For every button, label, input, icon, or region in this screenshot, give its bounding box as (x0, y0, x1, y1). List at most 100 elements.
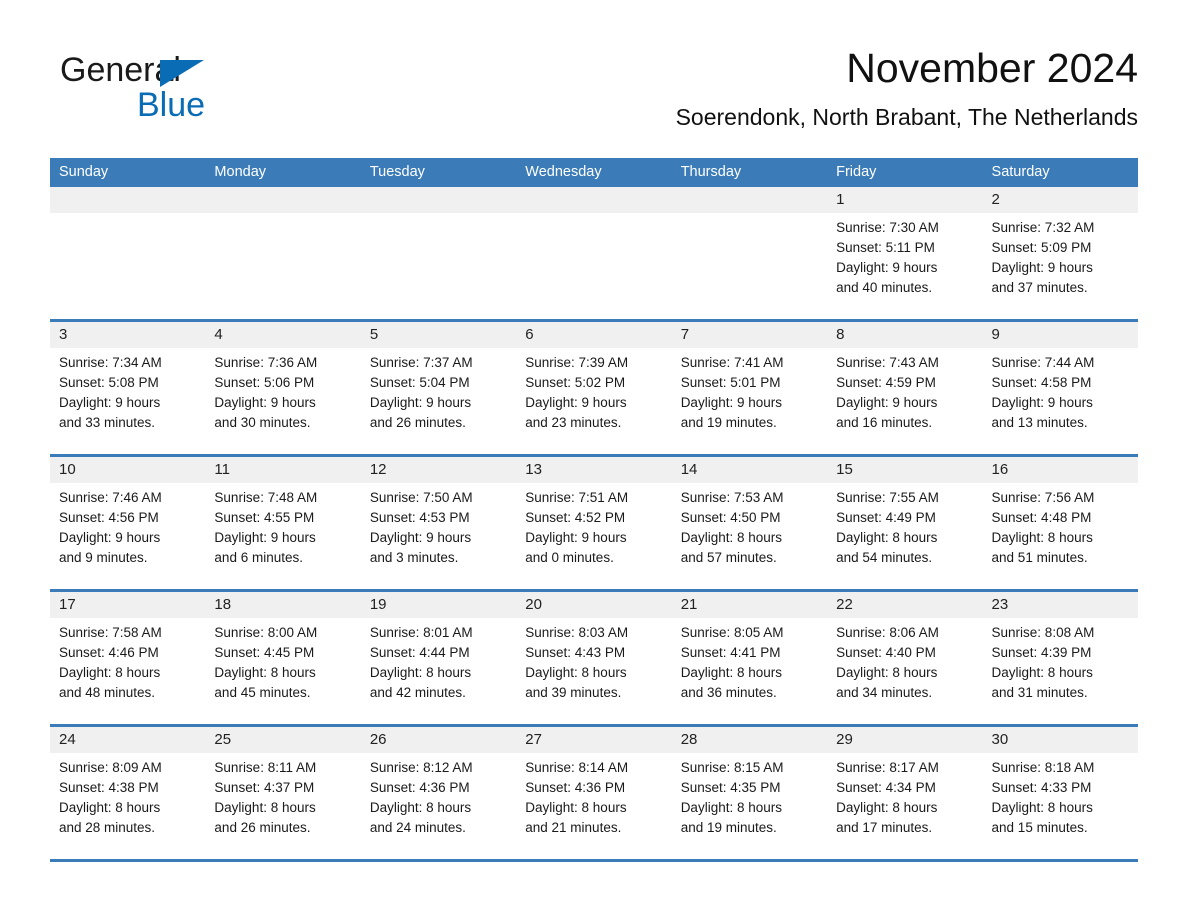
sunrise-text: Sunrise: 7:32 AM (991, 220, 1095, 235)
daylight-text-line2: and 3 minutes. (369, 550, 459, 565)
day-cell[interactable]: 8 Sunrise: 7:43 AM Sunset: 4:59 PM Daylight… (827, 322, 983, 454)
day-cell[interactable]: 29 Sunrise: 8:17 AM Sunset: 4:34 PM Dayligh… (827, 727, 983, 859)
weekday-header-sunday: Sunday (59, 164, 109, 180)
sunrise-text: Sunrise: 7:34 AM (59, 355, 162, 370)
day-details: Sunrise: 7:32 AM Sunset: 5:09 PM Daylight:… (983, 213, 1138, 298)
daylight-text-line1: Daylight: 8 hours (369, 665, 472, 680)
sunrise-text: Sunrise: 7:58 AM (59, 625, 162, 640)
weekday-header-tuesday: Tuesday (369, 164, 425, 180)
daylight-text-line2: and 31 minutes. (991, 685, 1088, 700)
day-cell[interactable]: 18 Sunrise: 8:00 AM Sunset: 4:45 PM Dayligh… (205, 592, 361, 724)
daylight-text-line2: and 28 minutes. (59, 820, 156, 835)
day-details: Sunrise: 8:17 AM Sunset: 4:34 PM Daylight:… (827, 753, 982, 838)
day-cell[interactable]: 16 Sunrise: 7:56 AM Sunset: 4:48 PM Dayligh… (982, 457, 1138, 589)
daylight-text-line1: Daylight: 9 hours (214, 395, 316, 410)
day-cell[interactable]: 11 Sunrise: 7:48 AM Sunset: 4:55 PM Dayligh… (205, 457, 361, 589)
daylight-text-line1: Daylight: 9 hours (369, 530, 472, 545)
day-cell[interactable]: 26 Sunrise: 8:12 AM Sunset: 4:36 PM Dayligh… (360, 727, 517, 859)
daylight-text-line2: and 48 minutes. (59, 685, 156, 700)
day-cell[interactable]: 5 Sunrise: 7:37 AM Sunset: 5:04 PM Daylight… (360, 322, 517, 454)
day-number: 3 (50, 322, 206, 348)
day-number: 17 (50, 592, 206, 618)
sunrise-text: Sunrise: 8:01 AM (369, 625, 473, 640)
calendar-grid: Sunday Monday Tuesday Wednesday Thursday Frid… (50, 158, 1138, 862)
day-cell[interactable]: 30 Sunrise: 8:18 AM Sunset: 4:33 PM Dayligh… (982, 727, 1138, 859)
daylight-text-line1: Daylight: 9 hours (680, 395, 782, 410)
daylight-text-line1: Daylight: 9 hours (59, 395, 161, 410)
day-number: 22 (827, 592, 983, 618)
sunset-text: Sunset: 5:04 PM (369, 375, 470, 390)
sunset-text: Sunset: 4:37 PM (214, 780, 315, 795)
day-details: Sunrise: 7:58 AM Sunset: 4:46 PM Daylight:… (50, 618, 205, 703)
daylight-text-line1: Daylight: 8 hours (836, 800, 938, 815)
sunset-text: Sunset: 4:36 PM (525, 780, 626, 795)
calendar-page: General Blue November 2024 Soerendonk, N… (0, 0, 1188, 918)
sunset-text: Sunset: 4:50 PM (680, 510, 781, 525)
sunset-text: Sunset: 4:36 PM (369, 780, 470, 795)
day-cell[interactable]: 25 Sunrise: 8:11 AM Sunset: 4:37 PM Dayligh… (205, 727, 361, 859)
daylight-text-line1: Daylight: 8 hours (836, 530, 938, 545)
sunset-text: Sunset: 4:40 PM (836, 645, 936, 660)
day-number: 9 (982, 322, 1138, 348)
day-cell-empty (516, 187, 672, 319)
day-cell[interactable]: 6 Sunrise: 7:39 AM Sunset: 5:02 PM Daylight… (516, 322, 672, 454)
day-number: 19 (360, 592, 517, 618)
day-cell[interactable]: 19 Sunrise: 8:01 AM Sunset: 4:44 PM Dayligh… (360, 592, 517, 724)
sunrise-text: Sunrise: 8:09 AM (59, 760, 162, 775)
sunrise-text: Sunrise: 7:46 AM (59, 490, 162, 505)
day-number: 14 (671, 457, 828, 483)
day-cell[interactable]: 20 Sunrise: 8:03 AM Sunset: 4:43 PM Dayligh… (516, 592, 672, 724)
day-cell[interactable]: 4 Sunrise: 7:36 AM Sunset: 5:06 PM Daylight… (205, 322, 361, 454)
week-row: 24 Sunrise: 8:09 AM Sunset: 4:38 PM Dayligh… (50, 727, 1138, 862)
sunrise-text: Sunrise: 8:15 AM (680, 760, 784, 775)
day-cell[interactable]: 12 Sunrise: 7:50 AM Sunset: 4:53 PM Dayligh… (360, 457, 517, 589)
daylight-text-line2: and 0 minutes. (525, 550, 614, 565)
day-cell[interactable]: 9 Sunrise: 7:44 AM Sunset: 4:58 PM Daylight… (982, 322, 1138, 454)
day-cell[interactable]: 2 Sunrise: 7:32 AM Sunset: 5:09 PM Daylight… (982, 187, 1138, 319)
day-cell-empty (205, 187, 361, 319)
day-cell[interactable]: 13 Sunrise: 7:51 AM Sunset: 4:52 PM Dayligh… (516, 457, 672, 589)
day-number: 15 (827, 457, 983, 483)
sunset-text: Sunset: 4:49 PM (836, 510, 936, 525)
daylight-text-line2: and 42 minutes. (369, 685, 466, 700)
day-details: Sunrise: 8:09 AM Sunset: 4:38 PM Daylight:… (50, 753, 205, 838)
day-number (205, 187, 361, 213)
daylight-text-line2: and 40 minutes. (836, 280, 933, 295)
day-cell[interactable]: 17 Sunrise: 7:58 AM Sunset: 4:46 PM Dayligh… (50, 592, 206, 724)
sunrise-text: Sunrise: 8:12 AM (369, 760, 473, 775)
day-cell[interactable]: 21 Sunrise: 8:05 AM Sunset: 4:41 PM Dayligh… (671, 592, 828, 724)
day-cell[interactable]: 14 Sunrise: 7:53 AM Sunset: 4:50 PM Dayligh… (671, 457, 828, 589)
brand-triangle-icon (160, 60, 204, 87)
brand-logo[interactable]: General Blue (60, 50, 320, 130)
day-cell[interactable]: 24 Sunrise: 8:09 AM Sunset: 4:38 PM Dayligh… (50, 727, 206, 859)
sunrise-text: Sunrise: 8:00 AM (214, 625, 318, 640)
day-cell[interactable]: 3 Sunrise: 7:34 AM Sunset: 5:08 PM Daylight… (50, 322, 206, 454)
day-number: 12 (360, 457, 517, 483)
daylight-text-line1: Daylight: 8 hours (59, 665, 161, 680)
sunrise-text: Sunrise: 7:50 AM (369, 490, 473, 505)
daylight-text-line1: Daylight: 9 hours (836, 395, 938, 410)
day-number: 4 (205, 322, 361, 348)
day-cell[interactable]: 28 Sunrise: 8:15 AM Sunset: 4:35 PM Dayligh… (671, 727, 828, 859)
day-cell[interactable]: 27 Sunrise: 8:14 AM Sunset: 4:36 PM Dayligh… (516, 727, 672, 859)
day-details: Sunrise: 7:50 AM Sunset: 4:53 PM Daylight:… (361, 483, 516, 568)
day-details: Sunrise: 7:43 AM Sunset: 4:59 PM Daylight:… (827, 348, 982, 433)
week-row: 17 Sunrise: 7:58 AM Sunset: 4:46 PM Dayligh… (50, 592, 1138, 727)
day-cell[interactable]: 15 Sunrise: 7:55 AM Sunset: 4:49 PM Dayligh… (827, 457, 983, 589)
daylight-text-line1: Daylight: 8 hours (991, 800, 1093, 815)
daylight-text-line2: and 34 minutes. (836, 685, 933, 700)
day-cell[interactable]: 7 Sunrise: 7:41 AM Sunset: 5:01 PM Daylight… (671, 322, 828, 454)
sunset-text: Sunset: 4:46 PM (59, 645, 159, 660)
daylight-text-line2: and 19 minutes. (680, 820, 777, 835)
day-number: 8 (827, 322, 983, 348)
weekday-header-monday: Monday (214, 164, 267, 180)
daylight-text-line1: Daylight: 9 hours (525, 395, 627, 410)
page-subtitle: Soerendonk, North Brabant, The Netherlan… (675, 104, 1138, 130)
weekday-header-thursday: Thursday (680, 164, 742, 180)
day-cell[interactable]: 23 Sunrise: 8:08 AM Sunset: 4:39 PM Dayligh… (982, 592, 1138, 724)
day-cell[interactable]: 1 Sunrise: 7:30 AM Sunset: 5:11 PM Daylight… (827, 187, 983, 319)
sunset-text: Sunset: 4:53 PM (369, 510, 470, 525)
day-cell[interactable]: 10 Sunrise: 7:46 AM Sunset: 4:56 PM Dayligh… (50, 457, 206, 589)
day-cell[interactable]: 22 Sunrise: 8:06 AM Sunset: 4:40 PM Dayligh… (827, 592, 983, 724)
day-number: 16 (982, 457, 1138, 483)
